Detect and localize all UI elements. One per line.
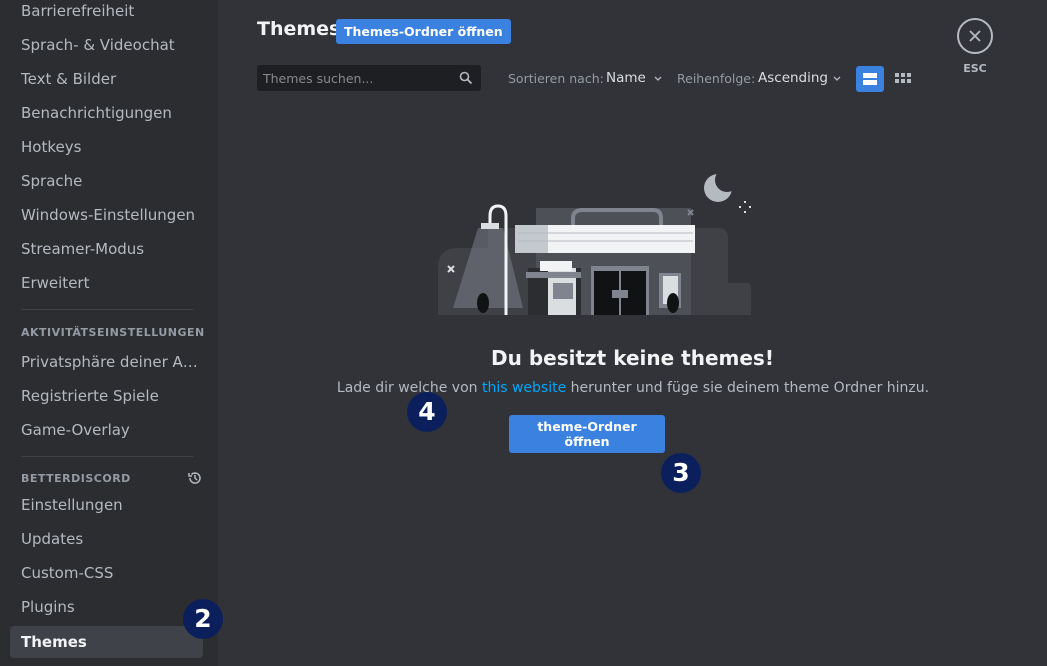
search-icon bbox=[459, 71, 473, 85]
themes-page: Themes Themes-Ordner öffnen Sortieren na… bbox=[218, 0, 1047, 666]
annotation-badge-4: 4 bbox=[407, 392, 447, 432]
grid-view-button[interactable] bbox=[889, 66, 917, 92]
sidebar-divider bbox=[21, 309, 193, 310]
sort-select[interactable]: Name bbox=[606, 70, 646, 86]
empty-state-illustration bbox=[438, 168, 751, 315]
sort-label: Sortieren nach: bbox=[508, 71, 604, 86]
sidebar-header-activity: AKTIVITÄTSEINSTELLUNGEN bbox=[21, 326, 205, 339]
order-label: Reihenfolge: bbox=[677, 71, 756, 86]
page-title: Themes bbox=[257, 18, 341, 40]
sidebar-item-sprach-videochat[interactable]: Sprach- & Videochat bbox=[10, 29, 203, 61]
sidebar-item-benachrichtigungen[interactable]: Benachrichtigungen bbox=[10, 97, 203, 129]
annotation-badge-2: 2 bbox=[183, 599, 223, 639]
sidebar-item-einstellungen[interactable]: Einstellungen bbox=[10, 489, 203, 521]
empty-state-description: Lade dir welche von this website herunte… bbox=[264, 380, 1002, 396]
list-view-icon bbox=[863, 73, 877, 85]
annotation-badge-3: 3 bbox=[661, 453, 701, 493]
sidebar-item-sprache[interactable]: Sprache bbox=[10, 165, 203, 197]
sidebar-item-game-overlay[interactable]: Game-Overlay bbox=[10, 414, 203, 446]
sidebar-item-barrierefreiheit[interactable]: Barrierefreiheit bbox=[10, 0, 203, 27]
esc-label: ESC bbox=[963, 62, 987, 75]
chevron-down-icon[interactable] bbox=[653, 73, 663, 83]
list-view-button[interactable] bbox=[856, 66, 884, 92]
sidebar-header-betterdiscord: BETTERDISCORD bbox=[21, 472, 131, 485]
history-icon[interactable] bbox=[187, 470, 203, 486]
close-icon bbox=[969, 30, 981, 42]
settings-sidebar: Barrierefreiheit Sprach- & Videochat Tex… bbox=[0, 0, 218, 666]
sidebar-item-privatsphaere[interactable]: Privatsphäre deiner Ak... bbox=[10, 346, 203, 378]
sidebar-item-windows-einstellungen[interactable]: Windows-Einstellungen bbox=[10, 199, 203, 231]
sidebar-item-themes[interactable]: Themes bbox=[10, 626, 203, 658]
grid-view-icon bbox=[895, 73, 911, 83]
sidebar-item-hotkeys[interactable]: Hotkeys bbox=[10, 131, 203, 163]
order-select[interactable]: Ascending bbox=[758, 70, 828, 86]
open-themes-folder-button[interactable]: Themes-Ordner öffnen bbox=[336, 19, 511, 44]
theme-search bbox=[257, 65, 481, 91]
empty-state-title: Du besitzt keine themes! bbox=[491, 346, 774, 370]
sidebar-item-custom-css[interactable]: Custom-CSS bbox=[10, 557, 203, 589]
sidebar-item-erweitert[interactable]: Erweitert bbox=[10, 267, 203, 299]
desc-after: herunter und füge sie deinem theme Ordne… bbox=[566, 380, 930, 396]
search-input[interactable] bbox=[257, 65, 453, 91]
website-link[interactable]: this website bbox=[482, 380, 566, 396]
open-theme-folder-button[interactable]: theme-Ordner öffnen bbox=[509, 415, 665, 453]
sidebar-divider bbox=[21, 456, 193, 457]
sidebar-item-plugins[interactable]: Plugins bbox=[10, 591, 203, 623]
sidebar-item-updates[interactable]: Updates bbox=[10, 523, 203, 555]
desc-before: Lade dir welche von bbox=[336, 380, 482, 396]
chevron-down-icon[interactable] bbox=[832, 73, 842, 83]
close-button[interactable] bbox=[957, 18, 993, 54]
sidebar-item-streamer-modus[interactable]: Streamer-Modus bbox=[10, 233, 203, 265]
sidebar-item-text-bilder[interactable]: Text & Bilder bbox=[10, 63, 203, 95]
sidebar-item-registrierte-spiele[interactable]: Registrierte Spiele bbox=[10, 380, 203, 412]
